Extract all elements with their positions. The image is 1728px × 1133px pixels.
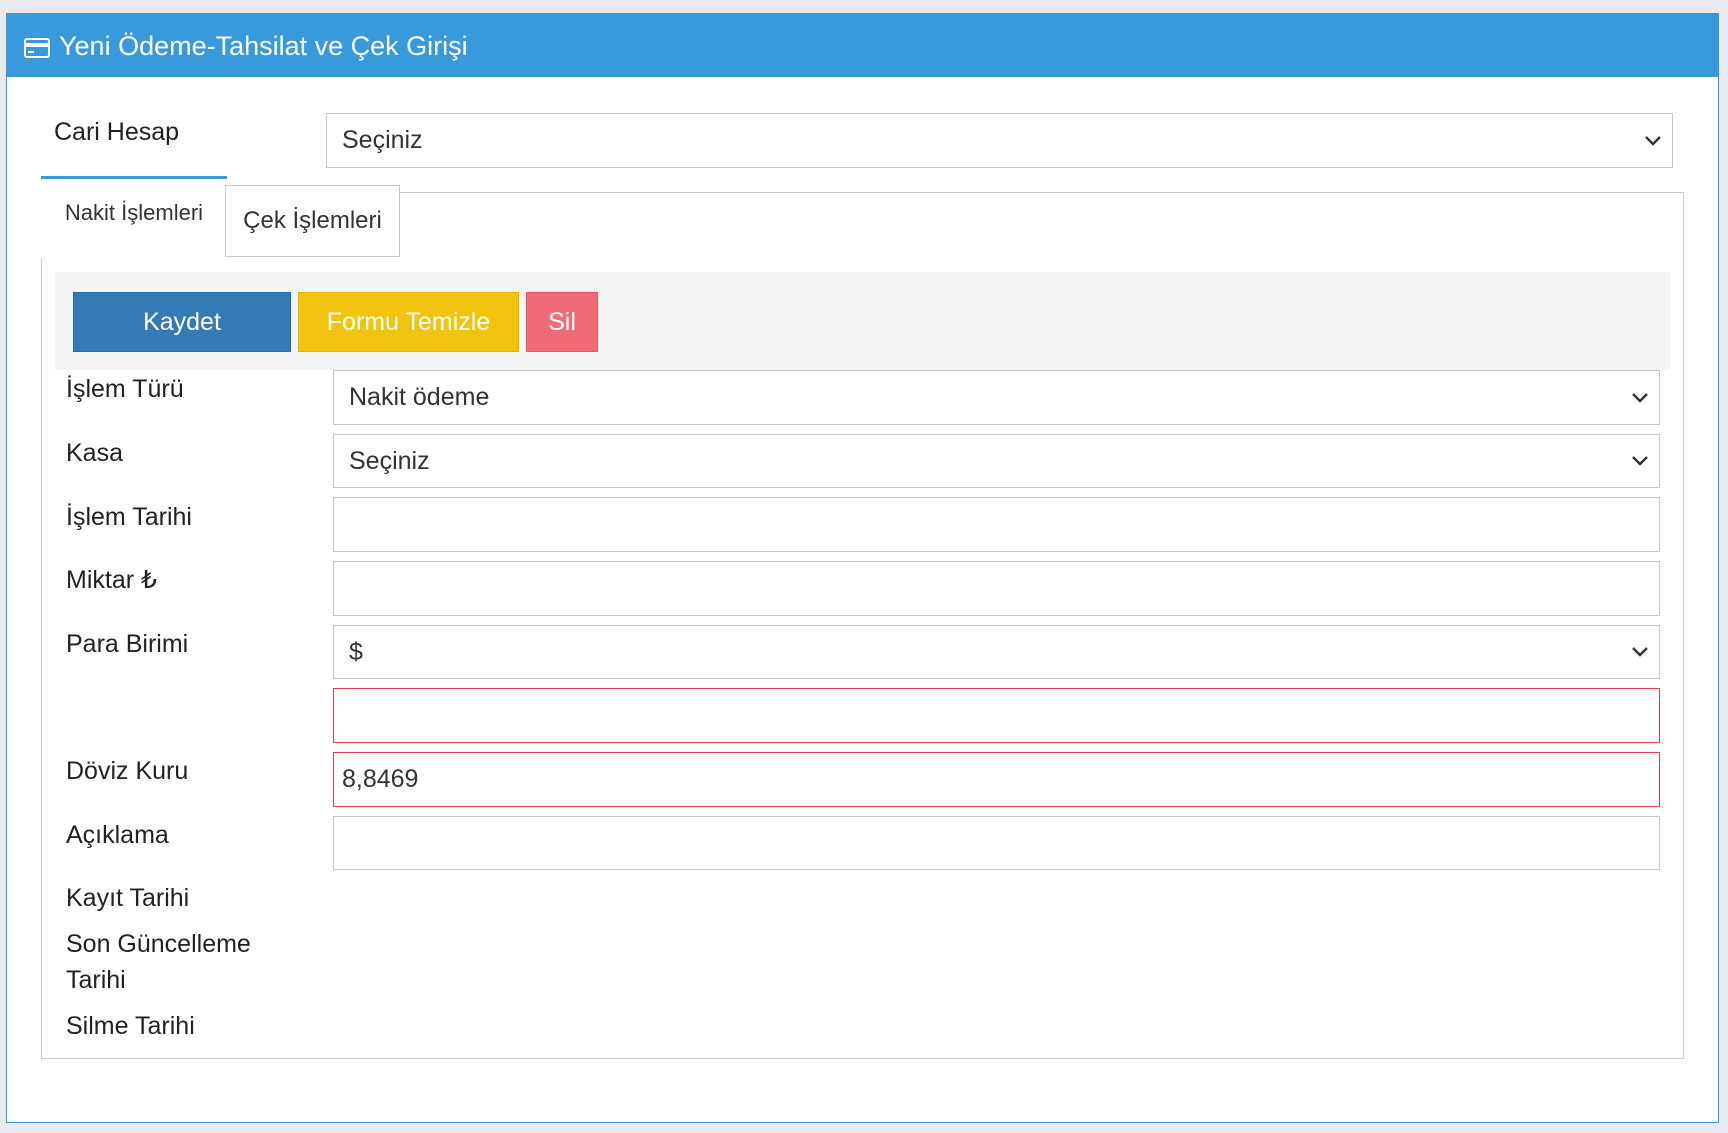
islem-turu-value: Nakit ödeme (349, 383, 490, 411)
save-button[interactable]: Kaydet (73, 292, 291, 352)
kasa-select[interactable]: Seçiniz (333, 434, 1660, 488)
delete-button[interactable]: Sil (526, 292, 598, 352)
cari-hesap-label: Cari Hesap (54, 118, 180, 146)
son-guncelleme-label-2: Tarihi (66, 966, 126, 994)
tab-cek-islemleri[interactable]: Çek İşlemleri (225, 185, 400, 257)
tab-cek-label: Çek İşlemleri (243, 207, 382, 234)
credit-card-icon (24, 38, 50, 58)
para-birimi-label: Para Birimi (66, 630, 189, 658)
panel-header: Yeni Ödeme-Tahsilat ve Çek Girişi (7, 14, 1718, 77)
silme-tarihi-label: Silme Tarihi (66, 1012, 195, 1040)
cari-hesap-select[interactable]: Seçiniz (326, 113, 1673, 168)
cari-hesap-value: Seçiniz (342, 126, 423, 154)
miktar-input[interactable] (333, 561, 1660, 616)
chevron-down-icon (1645, 135, 1661, 146)
doviz-kuru-label: Döviz Kuru (66, 757, 189, 785)
son-guncelleme-label-1: Son Güncelleme (66, 930, 251, 958)
doviz-kuru-value: 8,8469 (342, 765, 419, 793)
islem-tarihi-input[interactable] (333, 497, 1660, 552)
islem-tarihi-label: İşlem Tarihi (66, 503, 192, 531)
chevron-down-icon (1632, 456, 1648, 466)
aciklama-input[interactable] (333, 816, 1660, 870)
clear-form-button[interactable]: Formu Temizle (298, 292, 519, 352)
islem-turu-label: İşlem Türü (66, 375, 184, 403)
para-birimi-value: $ (349, 637, 363, 666)
chevron-down-icon (1632, 647, 1648, 657)
islem-turu-select[interactable]: Nakit ödeme (333, 370, 1660, 425)
currency-extra-input[interactable] (333, 688, 1660, 743)
para-birimi-select[interactable]: $ (333, 625, 1660, 679)
kasa-value: Seçiniz (349, 446, 430, 475)
doviz-kuru-input[interactable]: 8,8469 (333, 752, 1660, 807)
chevron-down-icon (1632, 392, 1648, 403)
aciklama-label: Açıklama (66, 821, 169, 849)
tab-nakit-label: Nakit İşlemleri (64, 200, 204, 225)
miktar-label: Miktar ₺ (66, 566, 157, 594)
kayit-tarihi-label: Kayıt Tarihi (66, 884, 190, 912)
page-title: Yeni Ödeme-Tahsilat ve Çek Girişi (59, 31, 468, 61)
tab-nakit-islemleri[interactable]: Nakit İşlemleri (41, 176, 227, 258)
kasa-label: Kasa (66, 439, 123, 467)
